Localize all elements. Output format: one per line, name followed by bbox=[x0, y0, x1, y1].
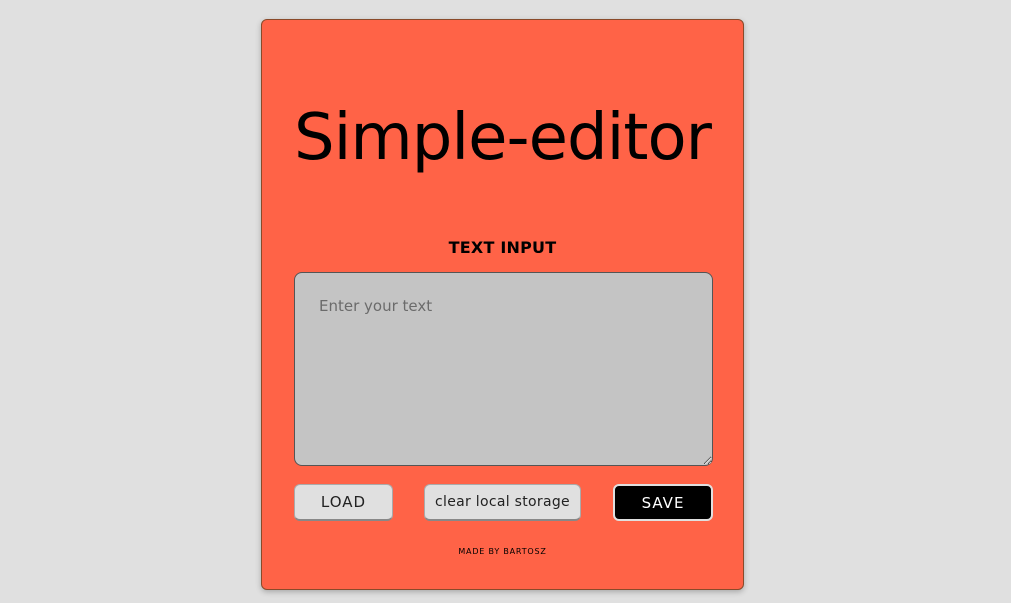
text-input-area[interactable] bbox=[294, 272, 713, 466]
load-button[interactable]: LOAD bbox=[294, 484, 393, 521]
text-input-label: TEXT INPUT bbox=[448, 238, 557, 257]
editor-card: Simple-editor TEXT INPUT LOAD clear loca… bbox=[261, 19, 744, 590]
page-title: Simple-editor bbox=[294, 101, 712, 175]
save-button[interactable]: SAVE bbox=[613, 484, 713, 521]
clear-local-storage-button[interactable]: clear local storage bbox=[424, 484, 581, 521]
footer-credit: MADE BY BARTOSZ bbox=[458, 547, 547, 556]
